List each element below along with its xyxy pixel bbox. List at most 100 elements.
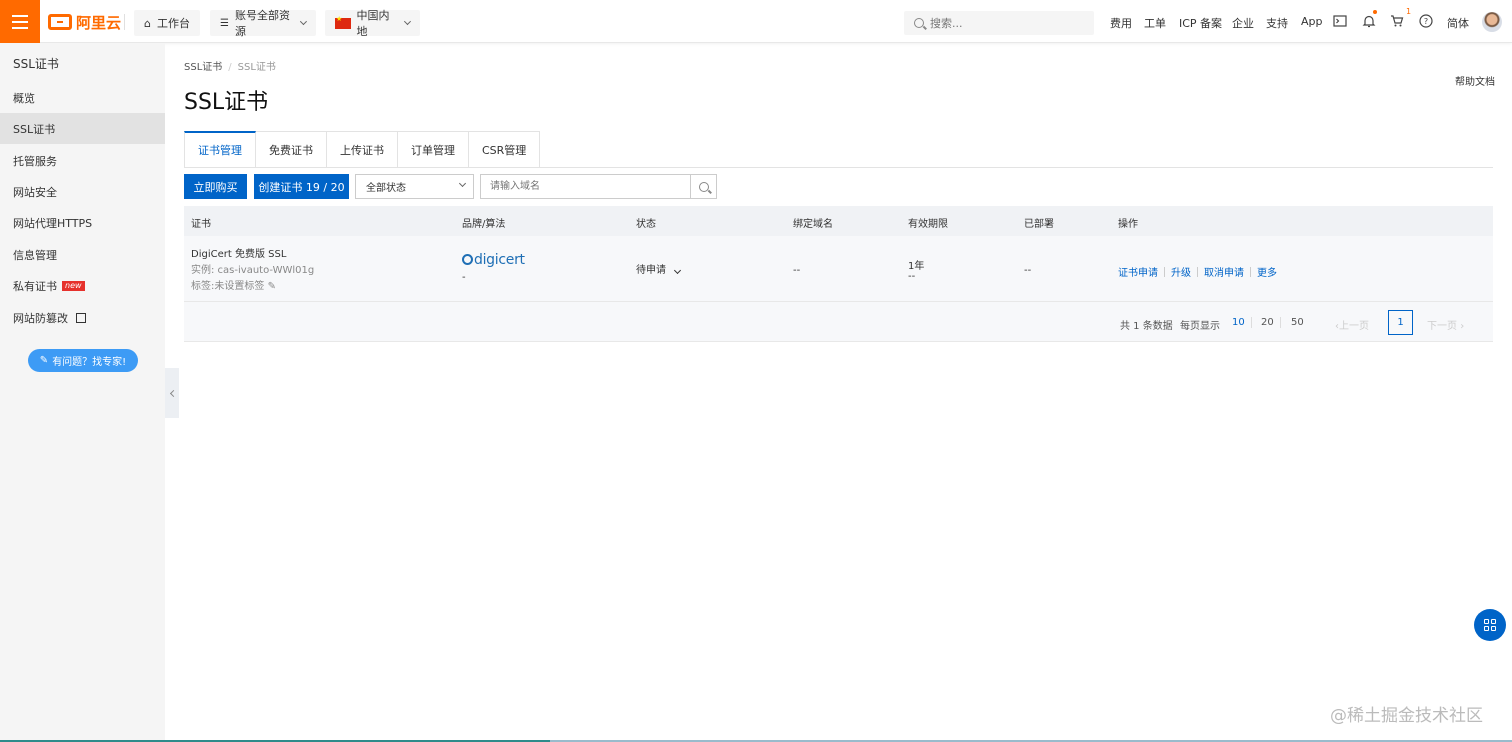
terminal-icon[interactable]	[1333, 14, 1347, 28]
column-header: 操作	[1118, 219, 1138, 230]
avatar[interactable]	[1482, 12, 1502, 32]
sidebar-item-overview[interactable]: 概览	[0, 82, 165, 113]
search-icon	[698, 181, 709, 192]
sidebar-item-tamper[interactable]: 网站防篡改	[0, 302, 165, 333]
cancel-apply-link[interactable]: 取消申请	[1204, 264, 1244, 279]
sidebar-item-label: 托管服务	[13, 154, 57, 168]
bell-icon[interactable]	[1362, 14, 1376, 28]
page-title: SSL证书	[184, 90, 269, 115]
cart-icon[interactable]	[1390, 14, 1404, 28]
sidebar-item-label: SSL证书	[13, 122, 56, 136]
column-header: 证书	[191, 219, 211, 230]
table-header: 证书 品牌/算法 状态 绑定域名 有效期限 已部署 操作	[184, 206, 1493, 236]
list-icon: ☰	[220, 17, 229, 29]
sidebar: SSL证书 概览 SSL证书 托管服务 网站安全 网站代理HTTPS 信息管理 …	[0, 43, 165, 742]
logo[interactable]: 阿里云	[48, 11, 121, 33]
top-bar: 阿里云 ⌂ 工作台 ☰ 账号全部资源 中国内地 费用 工单 ICP 备案 企业 …	[0, 0, 1512, 43]
chevron-down-icon	[404, 18, 412, 25]
nav-billing[interactable]: 费用	[1110, 15, 1132, 31]
nav-app[interactable]: App	[1301, 15, 1323, 28]
logo-mark-icon	[48, 14, 72, 30]
chevron-left-icon	[169, 389, 178, 397]
total-count: 共 1 条数据	[1120, 321, 1173, 332]
tab-orders[interactable]: 订单管理	[398, 131, 469, 168]
status-dropdown[interactable]: 待申请	[636, 261, 682, 276]
resources-dropdown[interactable]: ☰ 账号全部资源	[210, 9, 316, 38]
prev-page-label: 上一页	[1339, 321, 1369, 332]
column-header: 绑定域名	[793, 219, 833, 230]
cart-badge: 1	[1406, 7, 1412, 16]
page-size-50[interactable]: 50	[1291, 317, 1304, 328]
cert-tag[interactable]: 标签:未设置标签 ✎	[191, 277, 276, 292]
cert-tag-label: 标签:未设置标签	[191, 281, 265, 292]
cert-name: DigiCert 免费版 SSL	[191, 249, 287, 260]
sidebar-item-ssl[interactable]: SSL证书	[0, 113, 165, 144]
divider	[1250, 266, 1251, 277]
create-cert-button[interactable]: 创建证书 19 / 20	[254, 174, 349, 199]
nav-support[interactable]: 支持	[1266, 15, 1288, 31]
prev-page-button[interactable]: ‹上一页	[1335, 317, 1369, 332]
algorithm: -	[462, 272, 466, 283]
global-search[interactable]	[904, 11, 1094, 35]
tab-csr[interactable]: CSR管理	[469, 131, 541, 168]
status-select[interactable]: 全部状态	[355, 174, 474, 199]
nav-icp[interactable]: ICP 备案	[1179, 15, 1222, 31]
divider	[1164, 266, 1165, 277]
help-icon[interactable]: ?	[1419, 14, 1433, 28]
next-page-label: 下一页	[1427, 321, 1457, 332]
sidebar-item-label: 网站防篡改	[13, 311, 68, 325]
domain-search	[480, 174, 717, 199]
breadcrumb-current: SSL证书	[237, 62, 276, 73]
tab-free-cert[interactable]: 免费证书	[256, 131, 327, 168]
chevron-right-icon: ›	[1460, 321, 1465, 332]
sidebar-item-info[interactable]: 信息管理	[0, 239, 165, 270]
breadcrumb-link[interactable]: SSL证书	[184, 62, 222, 73]
region-dropdown[interactable]: 中国内地	[325, 9, 420, 38]
per-page-label: 每页显示	[1180, 321, 1220, 332]
next-page-button[interactable]: 下一页 ›	[1427, 317, 1464, 332]
external-link-icon	[76, 312, 86, 323]
status-select-value: 全部状态	[366, 183, 406, 194]
expert-help-label: 有问题？找专家!	[52, 357, 127, 368]
sidebar-item-label: 信息管理	[13, 248, 57, 262]
domain-search-button[interactable]	[690, 175, 716, 198]
apply-cert-link[interactable]: 证书申请	[1118, 264, 1158, 279]
page-size-10[interactable]: 10	[1232, 317, 1245, 328]
nav-ticket[interactable]: 工单	[1144, 15, 1166, 31]
current-page[interactable]: 1	[1388, 310, 1413, 335]
sidebar-item-proxy-https[interactable]: 网站代理HTTPS	[0, 207, 165, 238]
sidebar-collapse-button[interactable]	[165, 368, 179, 418]
new-badge: new	[62, 280, 85, 291]
logo-text: 阿里云	[76, 13, 122, 32]
tab-upload-cert[interactable]: 上传证书	[327, 131, 398, 168]
language-switch[interactable]: 简体	[1447, 15, 1469, 31]
chevron-down-icon	[300, 18, 308, 25]
nav-enterprise[interactable]: 企业	[1232, 15, 1254, 31]
validity-sub: --	[908, 271, 916, 282]
more-link[interactable]: 更多	[1257, 264, 1277, 279]
chevron-down-icon	[458, 179, 467, 188]
edit-icon[interactable]: ✎	[268, 281, 276, 292]
sidebar-item-private-cert[interactable]: 私有证书 new	[0, 270, 165, 301]
chat-icon: ✎	[39, 355, 49, 366]
notification-dot	[1373, 10, 1377, 14]
buy-now-button[interactable]: 立即购买	[184, 174, 247, 199]
grid-icon	[1484, 619, 1496, 631]
upgrade-link[interactable]: 升级	[1171, 264, 1191, 279]
workbench-button[interactable]: ⌂ 工作台	[134, 10, 200, 36]
sidebar-item-label: 私有证书	[13, 279, 57, 293]
search-input[interactable]	[930, 16, 1080, 30]
domain-search-input[interactable]	[481, 175, 690, 198]
menu-icon[interactable]	[0, 0, 40, 43]
apps-fab-button[interactable]	[1474, 609, 1506, 641]
tab-cert-management[interactable]: 证书管理	[184, 131, 256, 168]
workbench-label: 工作台	[156, 17, 190, 30]
sidebar-item-hosting[interactable]: 托管服务	[0, 145, 165, 176]
divider	[124, 14, 125, 30]
expert-help-button[interactable]: ✎ 有问题？找专家!	[28, 349, 138, 372]
watermark: @稀土掘金技术社区	[1330, 706, 1483, 726]
page-size-20[interactable]: 20	[1261, 317, 1274, 328]
sidebar-item-site-security[interactable]: 网站安全	[0, 176, 165, 207]
help-doc-link[interactable]: 帮助文档	[1455, 73, 1495, 88]
column-header: 状态	[636, 219, 656, 230]
